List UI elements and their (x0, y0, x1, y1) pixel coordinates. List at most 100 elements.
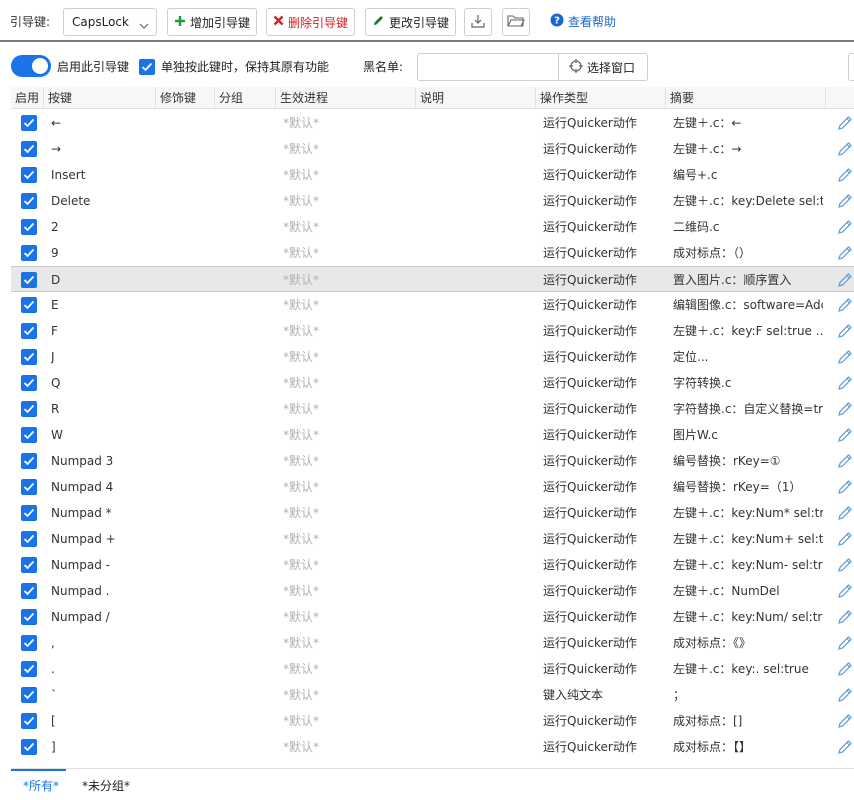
table-row[interactable]: D *默认* 运行Quicker动作 置入图片.c：顺序置入 (11, 266, 854, 292)
pencil-icon[interactable] (837, 479, 853, 498)
enable-toggle[interactable] (11, 55, 51, 77)
pencil-icon[interactable] (837, 531, 853, 550)
row-enabled-checkbox[interactable] (21, 557, 37, 573)
row-enabled-checkbox[interactable] (21, 427, 37, 443)
table-row[interactable]: ] *默认* 运行Quicker动作 成对标点：【】 (11, 734, 854, 760)
row-enabled-checkbox[interactable] (21, 219, 37, 235)
pencil-icon[interactable] (837, 272, 853, 291)
pencil-icon[interactable] (837, 687, 853, 706)
keep-function-checkbox[interactable] (139, 59, 155, 75)
row-enabled-checkbox[interactable] (21, 609, 37, 625)
row-enabled-checkbox[interactable] (21, 661, 37, 677)
select-window-button[interactable]: 选择窗口 (558, 53, 648, 81)
change-guide-key-button[interactable]: 更改引导键 (365, 8, 457, 36)
row-summary: 编号替换：rKey=① (673, 454, 781, 468)
pencil-icon[interactable] (837, 583, 853, 602)
pencil-icon[interactable] (837, 713, 853, 732)
row-enabled-checkbox[interactable] (21, 167, 37, 183)
table-row[interactable]: Numpad + *默认* 运行Quicker动作 左键＋.c：key:Num+ se… (11, 526, 854, 552)
pencil-icon[interactable] (837, 115, 853, 134)
row-enabled-checkbox[interactable] (21, 453, 37, 469)
table-row[interactable]: F *默认* 运行Quicker动作 左键＋.c：key:F sel:true ... (11, 318, 854, 344)
table-row[interactable]: Insert *默认* 运行Quicker动作 编号+.c (11, 162, 854, 188)
table-row[interactable]: Numpad - *默认* 运行Quicker动作 左键＋.c：key:Num- se… (11, 552, 854, 578)
table-row[interactable]: Numpad / *默认* 运行Quicker动作 左键＋.c：key:Num/ se… (11, 604, 854, 630)
column-header-action-type[interactable]: 操作类型 (536, 87, 666, 109)
row-enabled-checkbox[interactable] (21, 115, 37, 131)
row-enabled-checkbox[interactable] (21, 713, 37, 729)
row-enabled-checkbox[interactable] (21, 272, 37, 288)
pencil-icon[interactable] (837, 609, 853, 628)
row-enabled-checkbox[interactable] (21, 505, 37, 521)
pencil-icon[interactable] (837, 375, 853, 394)
pencil-icon[interactable] (837, 557, 853, 576)
table-row[interactable]: Numpad * *默认* 运行Quicker动作 左键＋.c：key:Num* se… (11, 500, 854, 526)
table-row[interactable]: Delete *默认* 运行Quicker动作 左键＋.c：key:Delete se… (11, 188, 854, 214)
row-enabled-checkbox[interactable] (21, 687, 37, 703)
delete-guide-key-button[interactable]: 删除引导键 (266, 8, 356, 36)
row-enabled-checkbox[interactable] (21, 479, 37, 495)
column-header-enabled[interactable]: 启用 (11, 87, 44, 109)
row-enabled-checkbox[interactable] (21, 349, 37, 365)
pencil-icon[interactable] (837, 141, 853, 160)
table-row[interactable]: → *默认* 运行Quicker动作 左键＋.c：→ (11, 136, 854, 162)
table-row[interactable]: ` *默认* 键入纯文本 ； (11, 682, 854, 708)
column-header-process[interactable]: 生效进程 (276, 87, 416, 109)
column-header-group[interactable]: 分组 (215, 87, 276, 109)
tab-ungrouped[interactable]: *未分组* (82, 777, 130, 794)
open-folder-button[interactable] (502, 8, 530, 36)
guide-key-combobox[interactable]: CapsLock (63, 8, 157, 36)
table-row[interactable]: [*默认* 运行Quicker动作 成对标点：[] (11, 708, 854, 734)
column-header-description[interactable]: 说明 (416, 87, 536, 109)
row-enabled-checkbox[interactable] (21, 375, 37, 391)
table-row[interactable]: Numpad . *默认* 运行Quicker动作 左键＋.c：NumDel (11, 578, 854, 604)
pencil-icon[interactable] (837, 401, 853, 420)
pencil-icon[interactable] (837, 349, 853, 368)
column-header-key[interactable]: 按键 (44, 87, 156, 109)
table-row[interactable]: J *默认* 运行Quicker动作 定位... (11, 344, 854, 370)
column-header-summary[interactable]: 摘要 (666, 87, 826, 109)
table-row[interactable]: R *默认* 运行Quicker动作 字符替换.c：自定义替换=tr (11, 396, 854, 422)
row-enabled-checkbox[interactable] (21, 245, 37, 261)
row-enabled-checkbox[interactable] (21, 531, 37, 547)
column-header-edit (826, 87, 854, 109)
row-enabled-checkbox[interactable] (21, 635, 37, 651)
tab-all[interactable]: *所有* (23, 777, 59, 794)
table-row[interactable]: E *默认* 运行Quicker动作 编辑图像.c：software=Adc (11, 292, 854, 318)
table-row[interactable]: W *默认* 运行Quicker动作 图片W.c (11, 422, 854, 448)
pencil-icon[interactable] (837, 505, 853, 524)
row-enabled-checkbox[interactable] (21, 739, 37, 755)
add-guide-key-button[interactable]: 增加引导键 (167, 8, 258, 36)
pencil-icon[interactable] (837, 297, 853, 316)
row-enabled-checkbox[interactable] (21, 141, 37, 157)
overflow-button[interactable] (848, 53, 854, 81)
pencil-icon[interactable] (837, 323, 853, 342)
import-button[interactable] (464, 8, 492, 36)
blacklist-input[interactable] (417, 53, 558, 81)
table-row[interactable]: 9 *默认* 运行Quicker动作 成对标点：（） (11, 240, 854, 266)
pencil-icon[interactable] (837, 453, 853, 472)
pencil-icon[interactable] (837, 193, 853, 212)
table-row[interactable]: Q *默认* 运行Quicker动作 字符转换.c (11, 370, 854, 396)
row-enabled-checkbox[interactable] (21, 401, 37, 417)
pencil-icon[interactable] (837, 245, 853, 264)
table-row[interactable]: Numpad 4 *默认* 运行Quicker动作 编号替换：rKey=（1） (11, 474, 854, 500)
table-row[interactable]: Numpad 3 *默认* 运行Quicker动作 编号替换：rKey=① (11, 448, 854, 474)
row-enabled-checkbox[interactable] (21, 297, 37, 313)
pencil-icon[interactable] (837, 661, 853, 680)
column-header-modifier[interactable]: 修饰键 (156, 87, 215, 109)
row-enabled-checkbox[interactable] (21, 193, 37, 209)
help-link[interactable]: ? 查看帮助 (550, 13, 616, 30)
table-row[interactable]: ← *默认* 运行Quicker动作 左键＋.c：← (11, 110, 854, 136)
table-row[interactable]: , *默认* 运行Quicker动作 成对标点：《》 (11, 630, 854, 656)
pencil-icon[interactable] (837, 739, 853, 758)
pencil-icon[interactable] (837, 427, 853, 446)
pencil-icon[interactable] (837, 219, 853, 238)
row-summary: 左键＋.c：NumDel (673, 584, 780, 598)
table-row[interactable]: . *默认* 运行Quicker动作 左键＋.c：key:. sel:true (11, 656, 854, 682)
pencil-icon[interactable] (837, 635, 853, 654)
table-row[interactable]: 2 *默认* 运行Quicker动作 二维码.c (11, 214, 854, 240)
row-enabled-checkbox[interactable] (21, 323, 37, 339)
pencil-icon[interactable] (837, 167, 853, 186)
row-enabled-checkbox[interactable] (21, 583, 37, 599)
